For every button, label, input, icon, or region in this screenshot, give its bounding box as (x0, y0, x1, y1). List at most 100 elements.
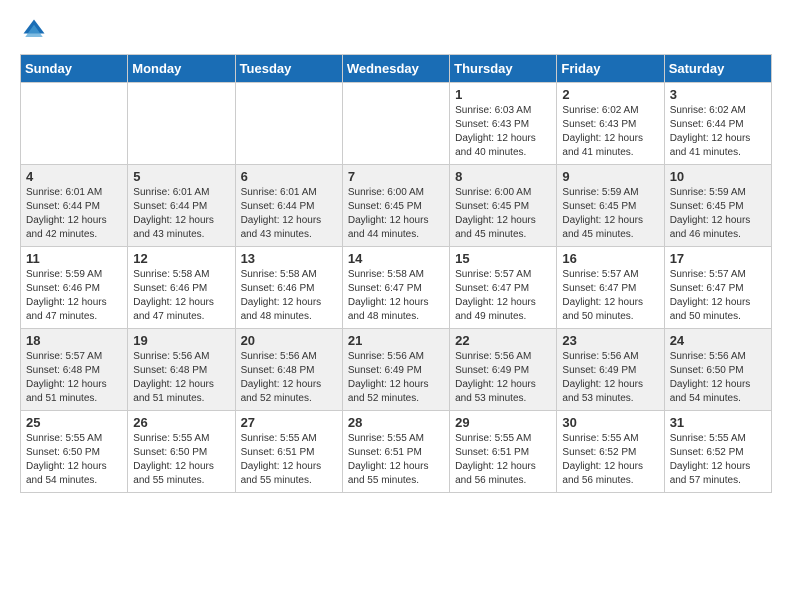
day-number: 1 (455, 87, 551, 102)
day-number: 23 (562, 333, 658, 348)
day-info: Sunrise: 5:58 AM Sunset: 6:46 PM Dayligh… (133, 268, 229, 324)
day-info: Sunrise: 5:59 AM Sunset: 6:45 PM Dayligh… (670, 186, 766, 242)
day-info: Sunrise: 5:56 AM Sunset: 6:49 PM Dayligh… (348, 350, 444, 406)
day-info: Sunrise: 6:02 AM Sunset: 6:43 PM Dayligh… (562, 104, 658, 160)
day-info: Sunrise: 5:57 AM Sunset: 6:47 PM Dayligh… (562, 268, 658, 324)
calendar-cell (342, 83, 449, 165)
day-number: 28 (348, 415, 444, 430)
day-info: Sunrise: 5:55 AM Sunset: 6:52 PM Dayligh… (562, 432, 658, 488)
calendar-cell: 24Sunrise: 5:56 AM Sunset: 6:50 PM Dayli… (664, 329, 771, 411)
day-number: 20 (241, 333, 337, 348)
calendar-cell: 7 Sunrise: 6:00 AM Sunset: 6:45 PM Daylig… (342, 165, 449, 247)
calendar-cell: 21 Sunrise: 5:56 AM Sunset: 6:49 PM Dayli… (342, 329, 449, 411)
day-number: 8 (455, 169, 551, 184)
calendar-cell: 28 Sunrise: 5:55 AM Sunset: 6:51 PM Dayli… (342, 411, 449, 493)
day-info: Sunrise: 5:59 AM Sunset: 6:45 PM Dayligh… (562, 186, 658, 242)
calendar-week-row: 18Sunrise: 5:57 AM Sunset: 6:48 PM Dayli… (21, 329, 772, 411)
day-info: Sunrise: 6:01 AM Sunset: 6:44 PM Dayligh… (26, 186, 122, 242)
day-info: Sunrise: 5:55 AM Sunset: 6:51 PM Dayligh… (348, 432, 444, 488)
day-number: 14 (348, 251, 444, 266)
calendar-cell: 11 Sunrise: 5:59 AM Sunset: 6:46 PM Dayli… (21, 247, 128, 329)
weekday-header: Monday (128, 55, 235, 83)
day-info: Sunrise: 5:57 AM Sunset: 6:47 PM Dayligh… (670, 268, 766, 324)
calendar-cell: 17 Sunrise: 5:57 AM Sunset: 6:47 PM Dayli… (664, 247, 771, 329)
day-number: 17 (670, 251, 766, 266)
calendar-cell: 13Sunrise: 5:58 AM Sunset: 6:46 PM Dayli… (235, 247, 342, 329)
calendar-cell: 9 Sunrise: 5:59 AM Sunset: 6:45 PM Daylig… (557, 165, 664, 247)
day-info: Sunrise: 5:55 AM Sunset: 6:50 PM Dayligh… (133, 432, 229, 488)
day-number: 16 (562, 251, 658, 266)
weekday-header: Friday (557, 55, 664, 83)
calendar-cell: 31Sunrise: 5:55 AM Sunset: 6:52 PM Dayli… (664, 411, 771, 493)
day-info: Sunrise: 5:58 AM Sunset: 6:46 PM Dayligh… (241, 268, 337, 324)
day-number: 11 (26, 251, 122, 266)
calendar-week-row: 4 Sunrise: 6:01 AM Sunset: 6:44 PM Daylig… (21, 165, 772, 247)
weekday-header: Saturday (664, 55, 771, 83)
calendar-cell: 1 Sunrise: 6:03 AM Sunset: 6:43 PM Daylig… (450, 83, 557, 165)
calendar-cell: 29Sunrise: 5:55 AM Sunset: 6:51 PM Dayli… (450, 411, 557, 493)
day-info: Sunrise: 6:03 AM Sunset: 6:43 PM Dayligh… (455, 104, 551, 160)
day-number: 29 (455, 415, 551, 430)
calendar-cell: 19 Sunrise: 5:56 AM Sunset: 6:48 PM Dayli… (128, 329, 235, 411)
calendar-cell (21, 83, 128, 165)
calendar-cell: 4 Sunrise: 6:01 AM Sunset: 6:44 PM Daylig… (21, 165, 128, 247)
day-info: Sunrise: 6:00 AM Sunset: 6:45 PM Dayligh… (348, 186, 444, 242)
day-number: 4 (26, 169, 122, 184)
day-number: 15 (455, 251, 551, 266)
day-number: 6 (241, 169, 337, 184)
calendar-week-row: 11 Sunrise: 5:59 AM Sunset: 6:46 PM Dayli… (21, 247, 772, 329)
day-number: 30 (562, 415, 658, 430)
day-number: 2 (562, 87, 658, 102)
calendar-cell: 5Sunrise: 6:01 AM Sunset: 6:44 PM Daylig… (128, 165, 235, 247)
day-info: Sunrise: 6:02 AM Sunset: 6:44 PM Dayligh… (670, 104, 766, 160)
day-number: 18 (26, 333, 122, 348)
day-number: 7 (348, 169, 444, 184)
day-info: Sunrise: 5:55 AM Sunset: 6:50 PM Dayligh… (26, 432, 122, 488)
day-number: 19 (133, 333, 229, 348)
calendar-cell: 20 Sunrise: 5:56 AM Sunset: 6:48 PM Dayli… (235, 329, 342, 411)
calendar-table: SundayMondayTuesdayWednesdayThursdayFrid… (20, 54, 772, 493)
calendar-cell: 25Sunrise: 5:55 AM Sunset: 6:50 PM Dayli… (21, 411, 128, 493)
day-info: Sunrise: 5:56 AM Sunset: 6:50 PM Dayligh… (670, 350, 766, 406)
calendar-cell: 18Sunrise: 5:57 AM Sunset: 6:48 PM Dayli… (21, 329, 128, 411)
day-info: Sunrise: 6:01 AM Sunset: 6:44 PM Dayligh… (241, 186, 337, 242)
day-number: 21 (348, 333, 444, 348)
weekday-header: Sunday (21, 55, 128, 83)
day-info: Sunrise: 5:55 AM Sunset: 6:51 PM Dayligh… (241, 432, 337, 488)
day-info: Sunrise: 5:59 AM Sunset: 6:46 PM Dayligh… (26, 268, 122, 324)
day-info: Sunrise: 5:56 AM Sunset: 6:48 PM Dayligh… (133, 350, 229, 406)
logo-icon (20, 16, 48, 44)
weekday-header: Thursday (450, 55, 557, 83)
weekday-header-row: SundayMondayTuesdayWednesdayThursdayFrid… (21, 55, 772, 83)
day-number: 10 (670, 169, 766, 184)
calendar-cell: 30 Sunrise: 5:55 AM Sunset: 6:52 PM Dayli… (557, 411, 664, 493)
day-number: 27 (241, 415, 337, 430)
day-number: 26 (133, 415, 229, 430)
weekday-header: Tuesday (235, 55, 342, 83)
calendar-cell: 2 Sunrise: 6:02 AM Sunset: 6:43 PM Daylig… (557, 83, 664, 165)
day-number: 31 (670, 415, 766, 430)
day-info: Sunrise: 6:01 AM Sunset: 6:44 PM Dayligh… (133, 186, 229, 242)
day-info: Sunrise: 5:56 AM Sunset: 6:49 PM Dayligh… (562, 350, 658, 406)
logo (20, 16, 52, 44)
calendar-cell: 3 Sunrise: 6:02 AM Sunset: 6:44 PM Daylig… (664, 83, 771, 165)
day-info: Sunrise: 5:56 AM Sunset: 6:49 PM Dayligh… (455, 350, 551, 406)
day-number: 9 (562, 169, 658, 184)
page-header (20, 16, 772, 44)
calendar-cell: 8 Sunrise: 6:00 AM Sunset: 6:45 PM Daylig… (450, 165, 557, 247)
calendar-cell: 16 Sunrise: 5:57 AM Sunset: 6:47 PM Dayli… (557, 247, 664, 329)
day-info: Sunrise: 6:00 AM Sunset: 6:45 PM Dayligh… (455, 186, 551, 242)
calendar-cell: 26 Sunrise: 5:55 AM Sunset: 6:50 PM Dayli… (128, 411, 235, 493)
calendar-cell (235, 83, 342, 165)
day-number: 3 (670, 87, 766, 102)
day-info: Sunrise: 5:56 AM Sunset: 6:48 PM Dayligh… (241, 350, 337, 406)
calendar-cell: 12Sunrise: 5:58 AM Sunset: 6:46 PM Dayli… (128, 247, 235, 329)
calendar-cell: 10 Sunrise: 5:59 AM Sunset: 6:45 PM Dayli… (664, 165, 771, 247)
calendar-cell: 6 Sunrise: 6:01 AM Sunset: 6:44 PM Daylig… (235, 165, 342, 247)
calendar-cell: 14 Sunrise: 5:58 AM Sunset: 6:47 PM Dayli… (342, 247, 449, 329)
day-info: Sunrise: 5:58 AM Sunset: 6:47 PM Dayligh… (348, 268, 444, 324)
day-number: 22 (455, 333, 551, 348)
day-info: Sunrise: 5:57 AM Sunset: 6:47 PM Dayligh… (455, 268, 551, 324)
calendar-week-row: 1 Sunrise: 6:03 AM Sunset: 6:43 PM Daylig… (21, 83, 772, 165)
weekday-header: Wednesday (342, 55, 449, 83)
